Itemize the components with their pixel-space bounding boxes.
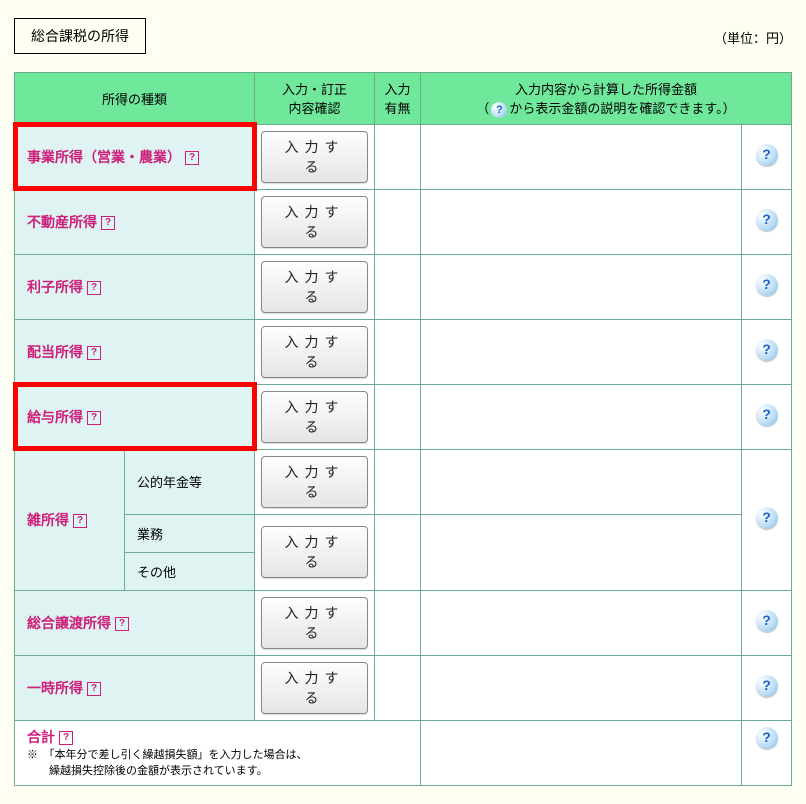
table-row: 不動産所得? 入力する [15,189,792,254]
input-button[interactable]: 入力する [261,391,368,443]
help-icon[interactable] [756,610,778,632]
help-icon[interactable] [756,727,778,749]
input-button[interactable]: 入力する [261,261,368,313]
unit-label: （単位：円） [714,28,792,47]
table-header-row: 所得の種類 入力・訂正 内容確認 入力 有無 入力内容から計算した所得金額 （か… [15,73,792,125]
total-note: ※ 「本年分で差し引く繰越損失額」を入力した場合は、 繰越損失控除後の金額が表示… [27,749,308,777]
table-row: 総合譲渡所得? 入力する [15,590,792,655]
table-row: 事業所得（営業・農業）? 入力する [15,124,792,189]
help-icon[interactable] [756,675,778,697]
input-button[interactable]: 入力する [261,326,368,378]
input-button[interactable]: 入力する [261,196,368,248]
question-icon[interactable]: ? [185,151,199,165]
input-button[interactable]: 入力する [261,526,368,578]
row-transfer: 総合譲渡所得? [15,590,255,655]
total-label: 合計 [27,729,55,745]
help-icon [491,102,507,118]
question-icon[interactable]: ? [101,216,115,230]
section-title: 総合課税の所得 [14,18,146,54]
row-misc-gyomu: 業務 [125,514,255,552]
table-row: 業務 入力する [15,514,792,552]
question-icon[interactable]: ? [73,514,87,528]
col-header-input: 入力・訂正 内容確認 [255,73,375,125]
question-icon[interactable]: ? [87,346,101,360]
question-icon[interactable]: ? [87,682,101,696]
input-button[interactable]: 入力する [261,131,368,183]
income-table: 所得の種類 入力・訂正 内容確認 入力 有無 入力内容から計算した所得金額 （か… [14,72,792,786]
help-icon[interactable] [756,209,778,231]
help-icon[interactable] [756,507,778,529]
question-icon[interactable]: ? [87,281,101,295]
question-icon[interactable]: ? [59,731,73,745]
table-row: 給与所得? 入力する [15,384,792,449]
row-salary: 給与所得? [15,384,255,449]
row-interest: 利子所得? [15,254,255,319]
question-icon[interactable]: ? [115,617,129,631]
table-row: 利子所得? 入力する [15,254,792,319]
table-row: 雑所得? 公的年金等 入力する [15,449,792,514]
col-header-calc: 入力内容から計算した所得金額 （から表示金額の説明を確認できます。） [421,73,792,125]
row-misc-other: その他 [125,552,255,590]
row-dividend: 配当所得? [15,319,255,384]
help-icon[interactable] [756,404,778,426]
col-header-has: 入力 有無 [375,73,421,125]
input-button[interactable]: 入力する [261,597,368,649]
row-realestate: 不動産所得? [15,189,255,254]
help-icon[interactable] [756,144,778,166]
help-icon[interactable] [756,274,778,296]
input-button[interactable]: 入力する [261,662,368,714]
row-misc-pension: 公的年金等 [125,449,255,514]
input-button[interactable]: 入力する [261,456,368,508]
col-header-type: 所得の種類 [15,73,255,125]
row-temporary: 一時所得? [15,655,255,720]
help-icon[interactable] [756,339,778,361]
row-business: 事業所得（営業・農業）? [15,124,255,189]
table-row: 配当所得? 入力する [15,319,792,384]
total-row: 合計? ※ 「本年分で差し引く繰越損失額」を入力した場合は、 繰越損失控除後の金… [15,720,792,786]
table-row: 一時所得? 入力する [15,655,792,720]
question-icon[interactable]: ? [87,411,101,425]
row-misc: 雑所得? [15,449,125,590]
